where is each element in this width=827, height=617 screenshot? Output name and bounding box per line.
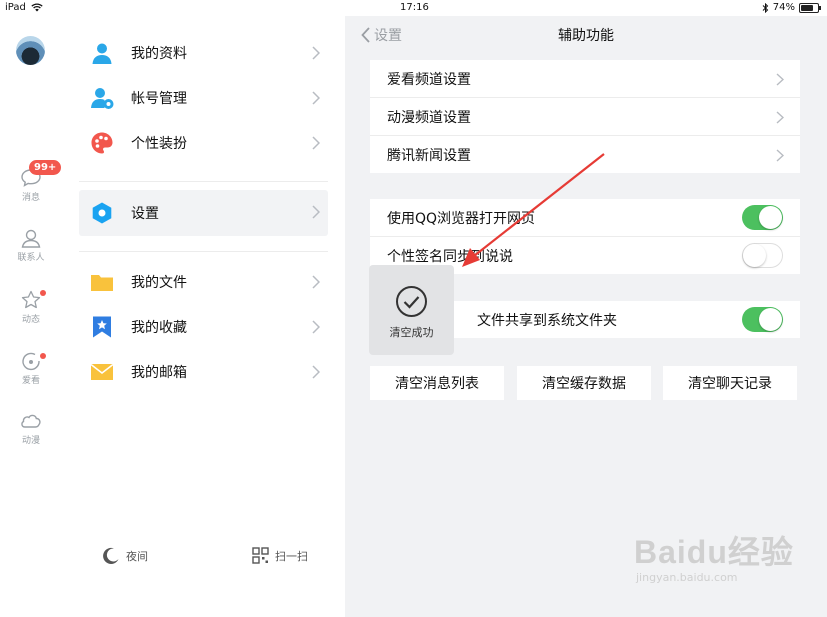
check-circle-icon [396, 286, 427, 317]
back-button[interactable]: 设置 [361, 25, 402, 45]
night-mode-button[interactable]: 夜间 [102, 547, 148, 565]
row-label: 爱看频道设置 [387, 71, 471, 88]
menu-label: 帐号管理 [131, 91, 187, 107]
menu-item-themes[interactable]: 个性装扮 [79, 121, 328, 165]
menu-label: 我的资料 [131, 46, 187, 62]
clear-message-list-button[interactable]: 清空消息列表 [370, 366, 504, 400]
chevron-right-icon [776, 73, 784, 86]
folder-icon [89, 269, 115, 295]
bookmark-star-icon [89, 314, 115, 340]
left-rail: 消息 99+ 联系人 动态 爱看 动漫 [0, 16, 62, 617]
menu-label: 我的邮箱 [131, 365, 187, 381]
file-share-toggle[interactable] [742, 307, 783, 332]
menu-label: 我的收藏 [131, 320, 187, 336]
menu-item-accounts[interactable]: 帐号管理 [79, 76, 328, 120]
chevron-right-icon [312, 275, 320, 289]
row-label: 文件共享到系统文件夹 [477, 312, 617, 329]
signature-sync-toggle[interactable] [742, 243, 783, 268]
divider [79, 181, 328, 182]
new-dot [40, 290, 46, 296]
chevron-right-icon [776, 111, 784, 124]
chevron-right-icon [312, 46, 320, 60]
rail-item-watch[interactable]: 爱看 [0, 351, 62, 386]
device-name: iPad [5, 2, 26, 13]
chevron-right-icon [312, 320, 320, 334]
menu-label: 我的文件 [131, 275, 187, 291]
qr-scan-icon [252, 547, 269, 564]
rail-label-anime: 动漫 [21, 436, 40, 446]
unread-badge: 99+ [29, 160, 62, 175]
row-anime-channel[interactable]: 动漫频道设置 [370, 98, 800, 136]
clear-cache-button[interactable]: 清空缓存数据 [517, 366, 651, 400]
toast-message: 清空成功 [389, 326, 434, 339]
watermark: Baidu经验 jingyan.baidu.com [634, 527, 794, 584]
row-watch-channel[interactable]: 爱看频道设置 [370, 60, 800, 98]
wifi-icon [31, 3, 43, 12]
status-bar: iPad 17:16 74% [0, 0, 827, 16]
battery-percent: 74% [772, 2, 795, 13]
moon-icon [103, 547, 119, 564]
menu-item-profile[interactable]: 我的资料 [79, 31, 328, 75]
rail-item-messages[interactable]: 消息 99+ [0, 160, 62, 203]
chevron-right-icon [312, 365, 320, 379]
page-title: 辅助功能 [558, 28, 614, 44]
avatar[interactable] [16, 36, 45, 65]
watch-icon [22, 352, 40, 371]
settings-hexagon-icon [89, 200, 115, 226]
new-dot [40, 353, 46, 359]
menu-item-mailbox[interactable]: 我的邮箱 [79, 350, 328, 394]
clear-chat-history-button[interactable]: 清空聊天记录 [663, 366, 797, 400]
rail-label-messages: 消息 [21, 193, 40, 203]
watermark-brand: Baidu经验 [634, 534, 794, 570]
rail-label-feeds: 动态 [21, 315, 40, 325]
clock: 17:16 [400, 2, 429, 13]
contact-icon [21, 229, 41, 248]
row-label: 动漫频道设置 [387, 109, 471, 126]
account-manage-icon [89, 85, 115, 111]
chevron-right-icon [312, 91, 320, 105]
menu-item-favorites[interactable]: 我的收藏 [79, 305, 328, 349]
side-menu: 我的资料 帐号管理 个性装扮 设置 我的文件 我的收藏 我的邮箱 夜间 扫一扫 [62, 16, 345, 617]
chevron-right-icon [312, 136, 320, 150]
menu-label: 设置 [131, 206, 159, 222]
cloud-icon [21, 414, 41, 428]
divider [79, 251, 328, 252]
rail-item-feeds[interactable]: 动态 [0, 290, 62, 325]
palette-icon [89, 130, 115, 156]
scan-label: 扫一扫 [275, 549, 308, 563]
rail-item-contacts[interactable]: 联系人 [0, 228, 62, 263]
back-label: 设置 [374, 28, 402, 44]
night-mode-label: 夜间 [126, 550, 148, 563]
chevron-right-icon [312, 205, 320, 219]
rail-item-anime[interactable]: 动漫 [0, 411, 62, 446]
annotation-arrow [462, 153, 605, 267]
star-icon [21, 290, 41, 309]
menu-label: 个性装扮 [131, 136, 187, 152]
qq-browser-toggle[interactable] [742, 205, 783, 230]
menu-item-files[interactable]: 我的文件 [79, 260, 328, 304]
mail-icon [89, 359, 115, 385]
chevron-left-icon [361, 27, 370, 43]
chevron-right-icon [776, 149, 784, 162]
scan-button[interactable]: 扫一扫 [252, 547, 308, 564]
menu-item-settings[interactable]: 设置 [79, 190, 328, 236]
rail-label-watch: 爱看 [21, 376, 40, 386]
battery-icon [799, 2, 821, 13]
person-icon [89, 40, 115, 66]
bluetooth-icon [762, 2, 768, 13]
rail-label-contacts: 联系人 [17, 253, 45, 263]
